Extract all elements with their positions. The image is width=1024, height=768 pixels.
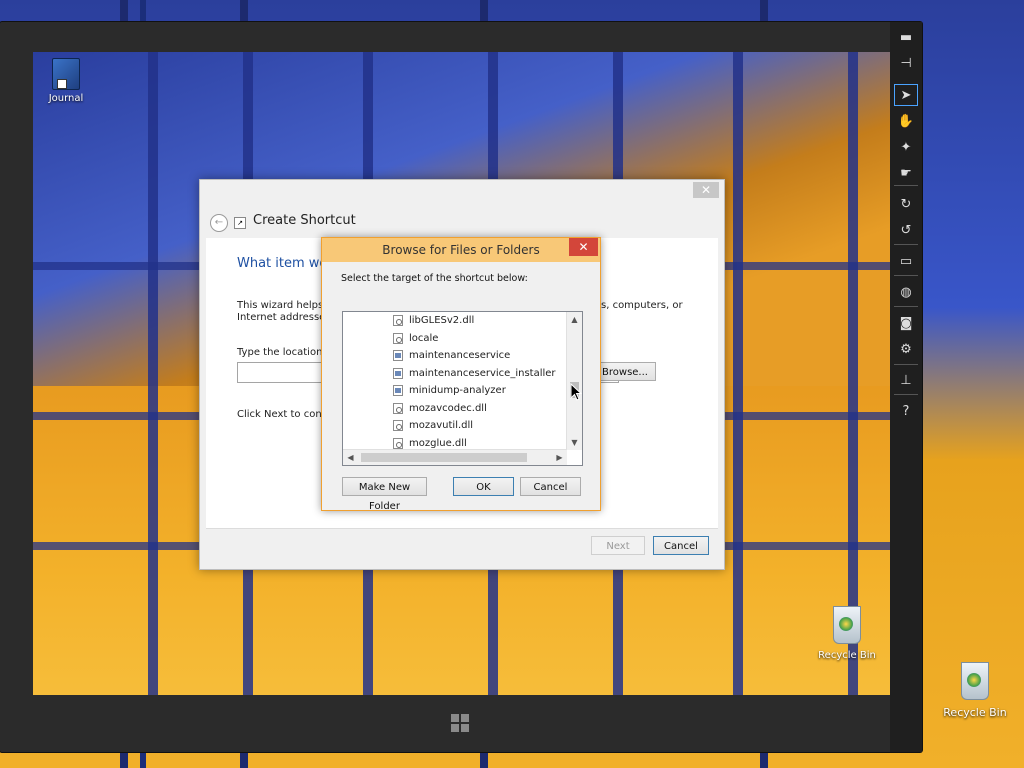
tree-item[interactable]: locale (393, 330, 438, 347)
desktop-icon-label: Journal (48, 93, 84, 104)
desktop-icon-journal[interactable]: Journal (43, 58, 89, 104)
tree-item[interactable]: libGLESv2.dll (393, 312, 474, 329)
ok-button[interactable]: OK (453, 477, 514, 496)
mouse-cursor-icon (570, 383, 582, 401)
tree-item-label: mozavcodec.dll (409, 403, 487, 414)
wallpaper-bar (848, 52, 858, 695)
location-label: Type the location o (237, 347, 332, 358)
dialog-prompt: Select the target of the shortcut below: (341, 273, 528, 284)
dll-file-icon (393, 438, 403, 449)
remote-control-toolbar: ▬ ⊣ ➤ ✋ ✦ ☛ ↻ ↺ ▭ ◍ ◙ ⚙ ⊥ ? (890, 22, 922, 752)
shortcut-icon: ↗ (234, 217, 246, 229)
hand-icon[interactable]: ✋ (894, 110, 918, 132)
journal-icon (52, 58, 80, 90)
wizard-header: ← ↗ Create Shortcut (200, 200, 724, 236)
wallpaper-bar (733, 52, 743, 695)
close-icon[interactable]: ✕ (693, 182, 719, 198)
tree-item-label: mozglue.dll (409, 438, 467, 449)
logo-pane (461, 724, 469, 732)
browse-files-dialog: Browse for Files or Folders ✕ Select the… (321, 237, 601, 512)
camera-icon[interactable]: ◙ (894, 312, 918, 334)
globe-icon[interactable]: ◍ (894, 281, 918, 303)
horizontal-scrollbar[interactable]: ◀ ▶ (343, 449, 567, 465)
dialog-title: Browse for Files or Folders (382, 243, 540, 257)
toolbar-divider (894, 394, 918, 395)
network-icon[interactable]: ⊥ (894, 369, 918, 391)
help-icon[interactable]: ? (894, 400, 918, 422)
cancel-button[interactable]: Cancel (520, 477, 581, 496)
desktop-icon-recycle-bin-outer[interactable]: Recycle Bin (942, 662, 1008, 719)
application-icon (393, 350, 403, 361)
cancel-button[interactable]: Cancel (653, 536, 709, 555)
logo-pane (461, 714, 469, 722)
rotate-right-icon[interactable]: ↻ (894, 193, 918, 215)
scroll-down-icon[interactable]: ▼ (567, 435, 582, 450)
tree-item-label: minidump-analyzer (409, 385, 506, 396)
back-arrow-icon[interactable]: ← (210, 214, 228, 232)
dll-file-icon (393, 420, 403, 431)
pin-icon[interactable]: ⊣ (894, 52, 918, 74)
toolbar-divider (894, 185, 918, 186)
recycle-bin-icon (961, 662, 989, 700)
dll-file-icon (393, 403, 403, 414)
tree-item-label: libGLESv2.dll (409, 315, 475, 326)
make-new-folder-button[interactable]: Make New Folder (342, 477, 427, 512)
dll-file-icon (393, 315, 403, 326)
dialog-content: Select the target of the shortcut below:… (328, 262, 594, 512)
browse-button[interactable]: Browse... (594, 362, 656, 381)
scroll-right-icon[interactable]: ▶ (552, 450, 567, 465)
rotate-left-icon[interactable]: ↺ (894, 219, 918, 241)
toolbar-divider (894, 306, 918, 307)
tree-item-label: maintenanceservice_installer (409, 368, 556, 379)
toolbar-divider (894, 364, 918, 365)
desktop-icon-recycle-bin[interactable]: Recycle Bin (815, 606, 879, 661)
tree-item[interactable]: maintenanceservice (393, 347, 510, 364)
dialog-titlebar: Browse for Files or Folders ✕ (322, 238, 600, 262)
toolbar-divider (894, 275, 918, 276)
close-icon[interactable]: ✕ (569, 238, 598, 256)
scroll-left-icon[interactable]: ◀ (343, 450, 358, 465)
monitor-icon[interactable]: ▭ (894, 250, 918, 272)
installer-icon (393, 368, 403, 379)
application-icon (393, 385, 403, 396)
tree-item[interactable]: mozavutil.dll (393, 417, 473, 434)
gesture-icon[interactable]: ☛ (894, 162, 918, 184)
tree-item-label: mozavutil.dll (409, 420, 474, 431)
file-icon (393, 333, 403, 344)
scroll-thumb[interactable] (361, 453, 527, 462)
tree-list: libGLESv2.dll locale maintenanceservice … (343, 312, 567, 450)
tree-item-label: locale (409, 333, 439, 344)
next-button[interactable]: Next (591, 536, 645, 555)
tree-item[interactable]: minidump-analyzer (393, 382, 506, 399)
wizard-description-end: s, computers, or (601, 300, 683, 311)
footer-divider (206, 528, 718, 529)
wizard-title: Create Shortcut (253, 213, 356, 228)
logo-pane (451, 714, 459, 722)
scroll-up-icon[interactable]: ▲ (567, 312, 582, 327)
tree-item[interactable]: maintenanceservice_installer (393, 365, 556, 382)
pointer-icon[interactable]: ➤ (894, 84, 918, 106)
minimize-icon[interactable]: ▬ (894, 26, 918, 48)
folder-tree[interactable]: libGLESv2.dll locale maintenanceservice … (342, 311, 583, 466)
vertical-scrollbar[interactable]: ▲ ▼ (566, 312, 582, 450)
toolbar-divider (894, 244, 918, 245)
wizard-description: This wizard helps y (237, 300, 333, 311)
recycle-bin-icon (833, 606, 861, 644)
wallpaper-bar (148, 52, 158, 695)
desktop-icon-label: Recycle Bin (818, 650, 876, 661)
windows-start-icon[interactable] (451, 714, 469, 732)
desktop-icon-label: Recycle Bin (943, 706, 1007, 719)
gear-icon[interactable]: ⚙ (894, 338, 918, 360)
touch-icon[interactable]: ✦ (894, 136, 918, 158)
tree-item[interactable]: mozavcodec.dll (393, 400, 487, 417)
logo-pane (451, 724, 459, 732)
wizard-description-line2: Internet addresses. (237, 312, 334, 323)
tree-item-label: maintenanceservice (409, 350, 511, 361)
